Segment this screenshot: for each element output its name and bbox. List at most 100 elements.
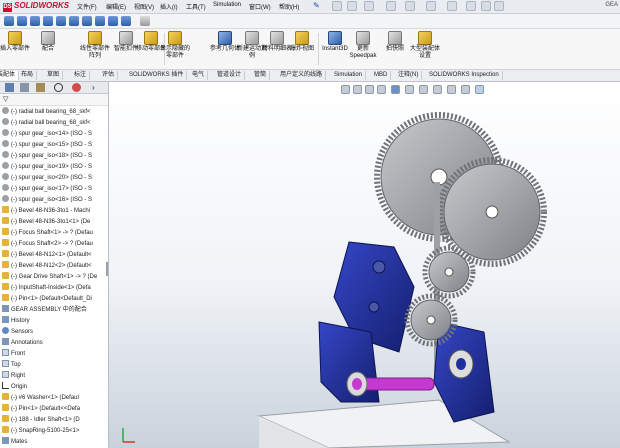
tab-inspection[interactable]: SOLIDWORKS Inspection [426, 71, 503, 80]
toolbar-icon-6[interactable] [69, 16, 79, 26]
pin-icon[interactable]: ✎ [313, 1, 320, 10]
tree-item[interactable]: (-) radial ball bearing_68_skf< [0, 107, 108, 118]
tree-item[interactable]: (-) 188 - Idler Shaft<1> (D [0, 415, 108, 426]
tab-annotation[interactable]: 注释(N) [395, 71, 423, 80]
tab-addins[interactable]: SOLIDWORKS 插件 [126, 71, 188, 80]
tree-item[interactable]: (-) Bevel 48-N36-3to1<1> (De [0, 217, 108, 228]
tree-item[interactable]: (-) Bevel 48-N12<2> (Default< [0, 261, 108, 272]
property-manager-tab-icon[interactable] [20, 83, 29, 92]
wrench-icon[interactable] [140, 16, 150, 26]
feature-tree-tab-icon[interactable] [5, 83, 14, 92]
tree-item[interactable]: Top [0, 360, 108, 371]
update-speedpak-button[interactable]: 更新 Speedpak [348, 31, 378, 60]
tree-item[interactable]: (-) spur gear_iso<17> (ISO - S [0, 184, 108, 195]
tab-user-routes[interactable]: 用户定义的线路 [277, 71, 327, 80]
tab-piping[interactable]: 管道设计 [214, 71, 246, 80]
command-tabs: 装配体 布局 草图 标注 评估 SOLIDWORKS 插件 电气 管道设计 管筒… [0, 70, 620, 82]
toolbar-icon-9[interactable] [108, 16, 118, 26]
display-manager-tab-icon[interactable] [72, 83, 81, 92]
origin-icon [2, 382, 9, 389]
tree-item[interactable]: Annotations [0, 338, 108, 349]
options-gear-icon[interactable] [494, 1, 504, 11]
tree-item[interactable]: Front [0, 349, 108, 360]
toolbar-icon-3[interactable] [30, 16, 40, 26]
toolbar-icon-7[interactable] [82, 16, 92, 26]
exploded-view-button[interactable]: 爆炸视图 [287, 31, 317, 53]
graphics-area[interactable] [109, 82, 620, 448]
rebuild-icon[interactable] [466, 1, 476, 11]
tab-sketch[interactable]: 草图 [44, 71, 64, 80]
chevron-right-icon[interactable]: › [92, 83, 101, 92]
insert-components-button[interactable]: 插入零部件 [0, 31, 30, 53]
mate-button[interactable]: 配合 [33, 31, 63, 53]
show-hidden-button[interactable]: 显示隐藏的零部件 [160, 31, 190, 60]
open-icon[interactable] [364, 1, 374, 11]
menu-view[interactable]: 视图(V) [134, 2, 154, 11]
tree-item[interactable]: (-) radial ball bearing_68_skf< [0, 118, 108, 129]
take-snapshot-button[interactable]: 拍快照 [380, 31, 410, 53]
print-icon[interactable] [405, 1, 415, 11]
save-icon[interactable] [386, 1, 396, 11]
tree-item[interactable]: Right [0, 371, 108, 382]
toolbar-icon-4[interactable] [43, 16, 53, 26]
tree-filter-bar[interactable]: ▽ [0, 94, 108, 106]
tree-item-label: (-) spur gear_iso<19> (ISO - S [11, 164, 93, 170]
tab-simulation[interactable]: Simulation [331, 71, 367, 80]
annotation-icon [2, 338, 9, 345]
menu-edit[interactable]: 编辑(E) [106, 2, 126, 11]
tree-item[interactable]: (-) spur gear_iso<20> (ISO - S [0, 173, 108, 184]
tab-assembly[interactable]: 装配体 [0, 71, 20, 80]
tab-mbd[interactable]: MBD [371, 71, 392, 80]
dimxpert-tab-icon[interactable] [54, 83, 63, 92]
home-icon[interactable] [332, 1, 342, 11]
tree-item[interactable]: (-) Gear Drive Shaft<1> -> ? (De [0, 272, 108, 283]
tree-item[interactable]: (-) Pin<1> (Default<Default_Di [0, 294, 108, 305]
tree-item[interactable]: (-) InputShaft-Inside<1> (Defa [0, 283, 108, 294]
large-assembly-settings-button[interactable]: 大型装配体设置 [410, 31, 440, 60]
menu-insert[interactable]: 插入(I) [160, 2, 178, 11]
tab-layout[interactable]: 布局 [18, 71, 38, 80]
panel-splitter[interactable] [106, 262, 108, 276]
tree-item[interactable]: Sensors [0, 327, 108, 338]
menu-help[interactable]: 帮助(H) [279, 2, 299, 11]
tree-item[interactable]: (-) #6 Washer<1> (Defaul [0, 393, 108, 404]
tree-item[interactable]: (-) spur gear_iso<16> (ISO - S [0, 195, 108, 206]
configuration-tab-icon[interactable] [36, 83, 45, 92]
tab-electrical[interactable]: 电气 [189, 71, 209, 80]
menu-tools[interactable]: 工具(T) [186, 2, 206, 11]
tree-item[interactable]: GEAR ASSEMBLY 中的配合 [0, 305, 108, 316]
tab-markup[interactable]: 标注 [71, 71, 91, 80]
tree-item[interactable]: (-) Focus Shaft<2> -> ? (Defau [0, 239, 108, 250]
menu-simulation[interactable]: Simulation [213, 2, 241, 8]
tree-item[interactable]: (-) spur gear_iso<14> (ISO - S [0, 129, 108, 140]
toolbar-icon-10[interactable] [121, 16, 131, 26]
tree-item[interactable]: (-) SnapRing-5100-25<1> [0, 426, 108, 437]
tree-item[interactable]: (-) spur gear_iso<18> (ISO - S [0, 151, 108, 162]
gear-icon [2, 118, 9, 125]
toolbar-icon-5[interactable] [56, 16, 66, 26]
toolbar-icon-1[interactable] [4, 16, 14, 26]
tree-item[interactable]: Origin [0, 382, 108, 393]
file-properties-icon[interactable] [481, 1, 491, 11]
tree-item[interactable]: Mates [0, 437, 108, 448]
tree-item[interactable]: (-) Pin<1> (Default<<Defa [0, 404, 108, 415]
select-icon[interactable] [447, 1, 457, 11]
new-document-icon[interactable] [347, 1, 357, 11]
toolbar-icon-2[interactable] [17, 16, 27, 26]
menu-file[interactable]: 文件(F) [77, 2, 97, 11]
tree-item[interactable]: (-) Bevel 48-N36-3to1 - Machi [0, 206, 108, 217]
tree-item[interactable]: (-) Focus Shaft<1> -> ? (Defau [0, 228, 108, 239]
tree-item[interactable]: History [0, 316, 108, 327]
menu-window[interactable]: 窗口(W) [249, 2, 271, 11]
tree-item[interactable]: (-) Bevel 48-N12<1> (Default< [0, 250, 108, 261]
undo-icon[interactable] [426, 1, 436, 11]
tab-evaluate[interactable]: 评估 [99, 71, 119, 80]
toolbar-icon-8[interactable] [95, 16, 105, 26]
tree-item[interactable]: (-) spur gear_iso<15> (ISO - S [0, 140, 108, 151]
tab-tubing[interactable]: 管筒 [251, 71, 271, 80]
reference-geometry-button[interactable]: 参考几何体 [210, 31, 240, 53]
filter-icon[interactable]: ▽ [3, 95, 8, 103]
linear-pattern-button[interactable]: 线性零部件阵列 [80, 31, 110, 60]
instant3d-button[interactable]: Instant3D [320, 31, 350, 53]
tree-item[interactable]: (-) spur gear_iso<19> (ISO - S [0, 162, 108, 173]
